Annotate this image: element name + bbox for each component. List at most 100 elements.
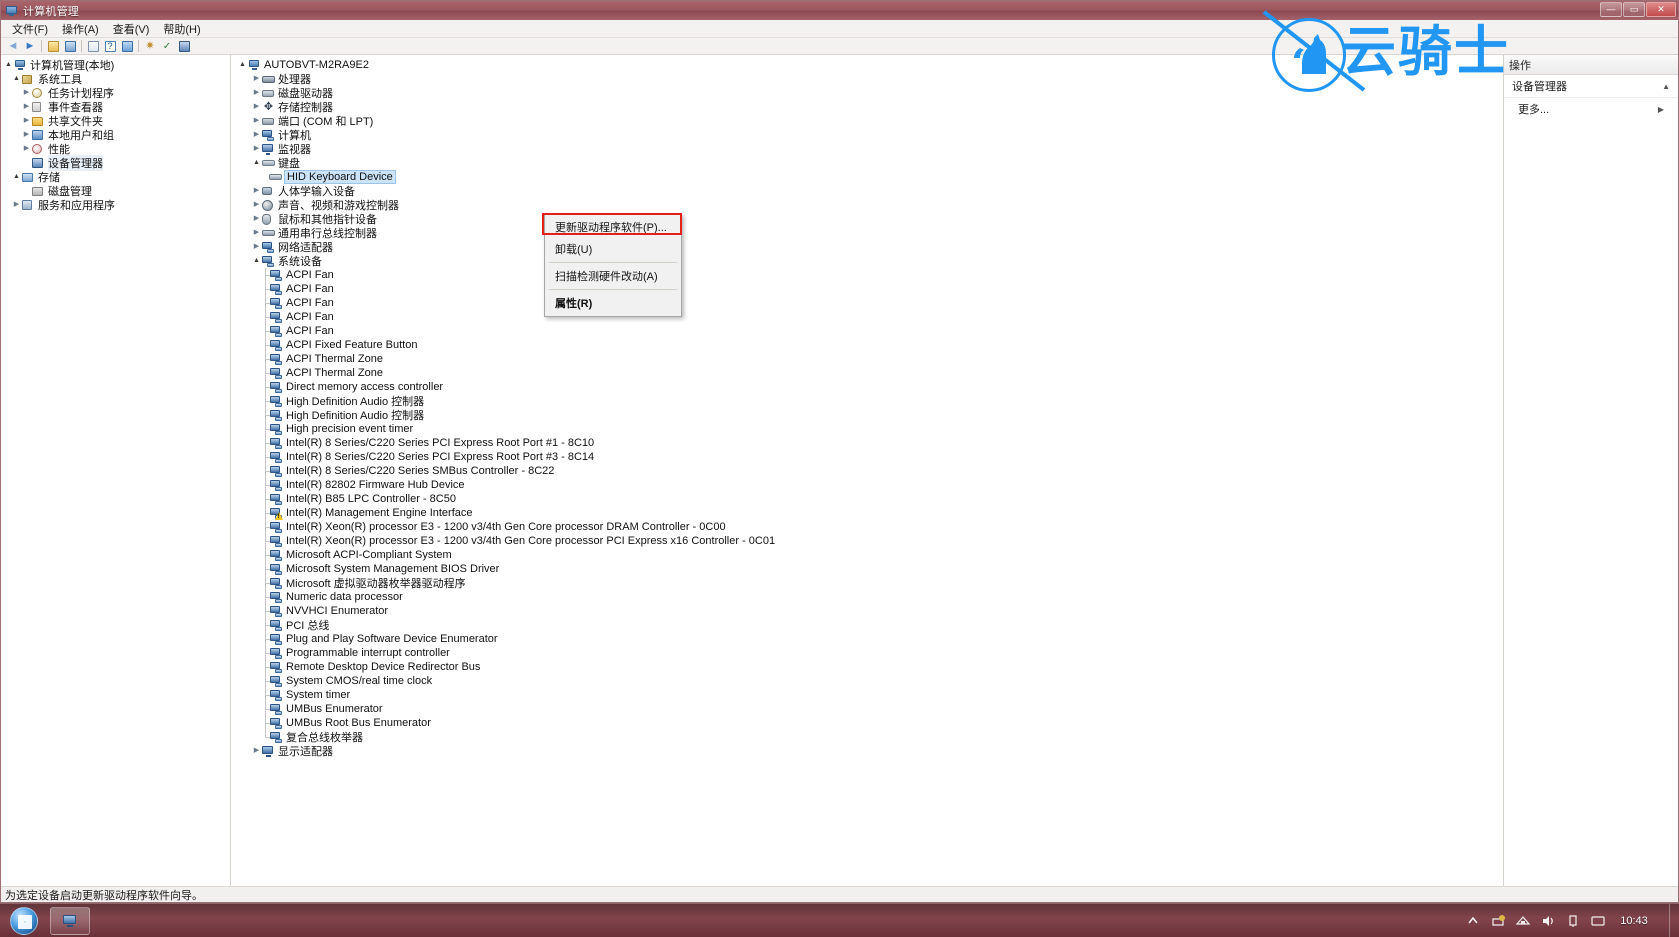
device-item[interactable]: Intel(R) B85 LPC Controller - 8C50: [231, 492, 1503, 506]
twisty-icon[interactable]: ▶: [251, 744, 262, 758]
device-item[interactable]: ACPI Fan: [231, 296, 1503, 310]
minimize-button[interactable]: —: [1600, 2, 1622, 17]
device-category-computer[interactable]: ▶ 计算机: [231, 128, 1503, 142]
device-item[interactable]: Intel(R) Management Engine Interface: [231, 506, 1503, 520]
twisty-icon[interactable]: ▶: [251, 128, 262, 142]
twisty-icon[interactable]: ▶: [251, 226, 262, 240]
device-item[interactable]: 复合总线枚举器: [231, 730, 1503, 744]
twisty-icon[interactable]: ▶: [251, 142, 262, 156]
device-item[interactable]: ACPI Fan: [231, 282, 1503, 296]
device-category-system-devices[interactable]: ▲ 系统设备: [231, 254, 1503, 268]
twisty-icon[interactable]: ▲: [3, 58, 14, 72]
menu-properties[interactable]: 属性(R): [545, 292, 681, 314]
device-category-mice[interactable]: ▶ 鼠标和其他指针设备: [231, 212, 1503, 226]
device-item[interactable]: ACPI Fan: [231, 268, 1503, 282]
device-category-sound[interactable]: ▶ 声音、视频和游戏控制器: [231, 198, 1503, 212]
refresh-button[interactable]: ✷: [142, 39, 158, 54]
device-category-usb[interactable]: ▶ 通用串行总线控制器: [231, 226, 1503, 240]
twisty-icon[interactable]: ▶: [251, 240, 262, 254]
device-item[interactable]: Intel(R) Xeon(R) processor E3 - 1200 v3/…: [231, 534, 1503, 548]
help-button[interactable]: ?: [102, 39, 118, 54]
network-icon[interactable]: [1515, 913, 1531, 929]
maximize-button[interactable]: ▭: [1623, 2, 1645, 17]
device-manager-tree-pane[interactable]: ▲ AUTOBVT-M2RA9E2 ▶ 处理器 ▶ 磁盘驱动器 ▶ ✥ 存储控制…: [231, 55, 1503, 886]
taskbar-clock[interactable]: 10:43: [1615, 915, 1653, 927]
up-one-level-button[interactable]: [45, 39, 61, 54]
twisty-icon[interactable]: ▲: [11, 170, 22, 184]
device-item[interactable]: System CMOS/real time clock: [231, 674, 1503, 688]
twisty-icon[interactable]: ▶: [251, 72, 262, 86]
update-driver-button[interactable]: [176, 39, 192, 54]
twisty-icon[interactable]: ▶: [251, 184, 262, 198]
device-item[interactable]: Plug and Play Software Device Enumerator: [231, 632, 1503, 646]
twisty-icon[interactable]: ▲: [251, 254, 262, 268]
device-item[interactable]: NVVHCI Enumerator: [231, 604, 1503, 618]
twisty-icon[interactable]: ▶: [21, 128, 32, 142]
context-menu[interactable]: 更新驱动程序软件(P)... 卸载(U) 扫描检测硬件改动(A) 属性(R): [544, 213, 682, 317]
twisty-icon[interactable]: ▶: [251, 198, 262, 212]
device-item[interactable]: Microsoft ACPI-Compliant System: [231, 548, 1503, 562]
menu-file[interactable]: 文件(F): [6, 20, 54, 38]
back-button[interactable]: ◄: [5, 39, 21, 54]
twisty-icon[interactable]: ▲: [251, 156, 262, 170]
device-item[interactable]: Direct memory access controller: [231, 380, 1503, 394]
twisty-icon[interactable]: ▶: [21, 100, 32, 114]
console-tree-pane[interactable]: ▲ 计算机管理(本地) ▲ 系统工具 ▶ 任务计划程序 ▶ 事件查看器 ▶ 共享…: [1, 55, 231, 886]
menu-action[interactable]: 操作(A): [56, 20, 105, 38]
device-item[interactable]: ACPI Fixed Feature Button: [231, 338, 1503, 352]
show-hidden-icons-icon[interactable]: [1465, 913, 1481, 929]
properties-button[interactable]: [119, 39, 135, 54]
start-button[interactable]: [2, 906, 46, 936]
device-item[interactable]: High precision event timer: [231, 422, 1503, 436]
device-item[interactable]: PCI 总线: [231, 618, 1503, 632]
sidebar-item-local-users-groups[interactable]: ▶ 本地用户和组: [1, 128, 230, 142]
twisty-icon[interactable]: ▶: [251, 86, 262, 100]
actions-group-more[interactable]: 更多... ▶: [1504, 98, 1678, 120]
language-icon[interactable]: [1590, 913, 1606, 929]
menu-update-driver[interactable]: 更新驱动程序软件(P)...: [545, 216, 681, 238]
device-item[interactable]: Microsoft 虚拟驱动器枚举器驱动程序: [231, 576, 1503, 590]
volume-icon[interactable]: [1540, 913, 1556, 929]
device-category-keyboards[interactable]: ▲ 键盘: [231, 156, 1503, 170]
device-item[interactable]: Intel(R) 8 Series/C220 Series PCI Expres…: [231, 436, 1503, 450]
device-item[interactable]: High Definition Audio 控制器: [231, 394, 1503, 408]
usb-icon[interactable]: [1565, 913, 1581, 929]
device-category-monitors[interactable]: ▶ 监视器: [231, 142, 1503, 156]
show-hide-tree-button[interactable]: [62, 39, 78, 54]
device-category-network-adapters[interactable]: ▶ 网络适配器: [231, 240, 1503, 254]
sidebar-item-services-applications[interactable]: ▶ 服务和应用程序: [1, 198, 230, 212]
device-tree-root[interactable]: ▲ AUTOBVT-M2RA9E2: [231, 58, 1503, 72]
device-item[interactable]: Remote Desktop Device Redirector Bus: [231, 660, 1503, 674]
export-list-button[interactable]: [85, 39, 101, 54]
device-item[interactable]: System timer: [231, 688, 1503, 702]
device-item[interactable]: Intel(R) 8 Series/C220 Series SMBus Cont…: [231, 464, 1503, 478]
sidebar-item-computer-management[interactable]: ▲ 计算机管理(本地): [1, 58, 230, 72]
twisty-icon[interactable]: ▶: [21, 86, 32, 100]
device-category-processor[interactable]: ▶ 处理器: [231, 72, 1503, 86]
actions-group-device-manager[interactable]: 设备管理器 ▲: [1504, 75, 1678, 98]
scan-hardware-button[interactable]: ✓: [159, 39, 175, 54]
menu-scan-hardware[interactable]: 扫描检测硬件改动(A): [545, 265, 681, 287]
forward-button[interactable]: ►: [22, 39, 38, 54]
menu-help[interactable]: 帮助(H): [157, 20, 206, 38]
action-center-icon[interactable]: [1490, 913, 1506, 929]
close-button[interactable]: ✕: [1646, 2, 1676, 17]
twisty-icon[interactable]: ▶: [21, 142, 32, 156]
device-category-ports[interactable]: ▶ 端口 (COM 和 LPT): [231, 114, 1503, 128]
sidebar-item-event-viewer[interactable]: ▶ 事件查看器: [1, 100, 230, 114]
device-item[interactable]: Intel(R) 82802 Firmware Hub Device: [231, 478, 1503, 492]
device-item-hid-keyboard[interactable]: HID Keyboard Device: [231, 170, 1503, 184]
twisty-icon[interactable]: ▶: [251, 114, 262, 128]
twisty-icon[interactable]: ▶: [251, 100, 262, 114]
device-item[interactable]: Programmable interrupt controller: [231, 646, 1503, 660]
twisty-icon[interactable]: ▲: [237, 58, 248, 72]
sidebar-item-storage[interactable]: ▲ 存储: [1, 170, 230, 184]
show-desktop-button[interactable]: [1669, 903, 1679, 937]
twisty-icon[interactable]: ▶: [21, 114, 32, 128]
device-item[interactable]: ACPI Fan: [231, 310, 1503, 324]
taskbar-computer-management[interactable]: [50, 906, 90, 935]
device-category-storage-controllers[interactable]: ▶ ✥ 存储控制器: [231, 100, 1503, 115]
sidebar-item-task-scheduler[interactable]: ▶ 任务计划程序: [1, 86, 230, 100]
device-item[interactable]: Microsoft System Management BIOS Driver: [231, 562, 1503, 576]
sidebar-item-device-manager[interactable]: 设备管理器: [1, 155, 230, 171]
